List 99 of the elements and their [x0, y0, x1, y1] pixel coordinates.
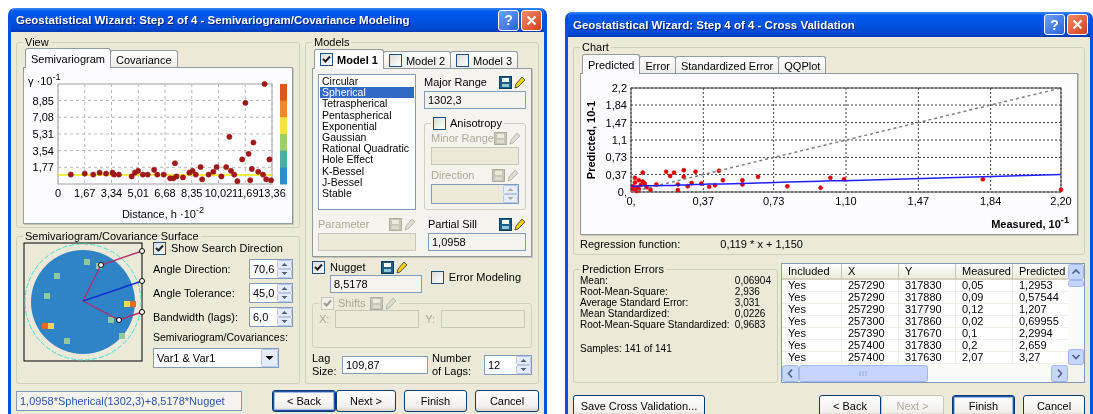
- field-label: Major Range: [424, 75, 487, 89]
- regression-label: Regression function:: [580, 238, 681, 252]
- stat-value: 2,936: [734, 286, 761, 297]
- table-cell: 0,1: [956, 328, 1013, 340]
- y-tick-label: 0,: [617, 186, 627, 198]
- regression-function: 0,119 * x + 1,150: [720, 238, 803, 252]
- table-cell: 317860: [899, 316, 956, 328]
- table-cell: 317630: [899, 352, 956, 364]
- samples-count: Samples: 141 of 141: [580, 342, 673, 355]
- stat-label: Average Standard Error:: [580, 297, 690, 308]
- stat-label: Mean:: [580, 275, 609, 286]
- table-cell: 257290: [842, 304, 899, 316]
- table-cell: 317830: [899, 280, 956, 292]
- x-tick-label: 0,73: [762, 195, 785, 207]
- group-label: View: [24, 36, 50, 48]
- table-cell: 257290: [842, 292, 899, 304]
- table-cell: 257400: [842, 352, 899, 364]
- field-label: Partial Sill: [428, 217, 477, 231]
- y-tick-label: 1,77: [32, 161, 54, 174]
- stat-value: 0,0226: [734, 308, 767, 319]
- x-tick-label: 0,: [626, 195, 636, 207]
- checkbox-label: Anisotropy: [450, 117, 502, 130]
- x-tick-label: 10,02: [204, 187, 233, 199]
- y-axis-label: γ ·10$^{-1}$: [28, 72, 61, 87]
- x-tick-label: 0: [54, 187, 62, 199]
- window-title: Geostatistical Wizard: Step 2 of 4 - Semivariogram/Covariance Modeling: [16, 14, 410, 26]
- table-cell: Yes: [782, 292, 842, 304]
- table-cell: 0,05: [956, 280, 1013, 292]
- field-label: Number of Lags:: [432, 352, 473, 378]
- field-label: Direction: [431, 168, 475, 182]
- group-label: Prediction Errors: [581, 263, 665, 275]
- field-label: Minor Range: [431, 131, 494, 145]
- x-tick-label: 1,67: [74, 187, 96, 199]
- table-cell: Yes: [782, 316, 842, 328]
- table-cell: 257390: [842, 328, 899, 340]
- y-tick-label: 0,73: [605, 151, 627, 164]
- x-tick-label: 8,35: [181, 187, 203, 199]
- group-label: Chart: [581, 41, 610, 53]
- x-tick-label: 1,47: [907, 195, 930, 207]
- table-cell: 257300: [842, 316, 899, 328]
- x-tick-label: 11,69: [231, 187, 259, 199]
- field-label: Bandwidth (lags):: [153, 310, 238, 324]
- table-cell: Yes: [782, 340, 842, 352]
- y-tick-label: 0,37: [605, 168, 627, 181]
- x-tick-label: 2,20: [1050, 195, 1072, 207]
- table-cell: 0,12: [956, 304, 1013, 316]
- y-tick-label: 7,08: [32, 111, 54, 124]
- table-cell: 257290: [842, 280, 899, 292]
- stat-value: 0,9683: [734, 319, 767, 330]
- field-label: Parameter: [318, 217, 370, 231]
- table-cell: 317830: [899, 340, 956, 352]
- x-axis-label: Distance, h ·10$^{-2}$: [121, 204, 205, 221]
- window-title: Geostatistical Wizard: Step 4 of 4 - Cross Validation: [573, 18, 855, 31]
- field-label: Angle Tolerance:: [153, 286, 235, 300]
- y-axis-label: Predicted, 10-1: [585, 100, 597, 180]
- table-cell: 317670: [899, 328, 956, 340]
- table-cell: Yes: [782, 304, 842, 316]
- y-tick-label: 8,85: [32, 94, 54, 107]
- x-tick-label: 6,68: [154, 187, 176, 199]
- table-cell: 257400: [842, 340, 899, 352]
- table-cell: Yes: [782, 352, 842, 364]
- table-cell: 317880: [899, 292, 956, 304]
- field-label: Semivariogram/Covariances:: [153, 331, 289, 344]
- y-tick-label: 1,84: [605, 99, 627, 111]
- y-tick-label: 3,54: [32, 144, 54, 157]
- stat-label: Root-Mean-Square:: [580, 286, 669, 297]
- table-cell: 317790: [899, 304, 956, 316]
- checkbox-label: Error Modeling: [448, 270, 521, 284]
- stat-value: 0,06904: [734, 275, 771, 286]
- field-label: Y:: [425, 312, 436, 326]
- y-tick-label: 5,31: [32, 127, 54, 140]
- x-tick-label: 13,36: [258, 187, 286, 199]
- checkbox-label: Nugget: [330, 261, 366, 274]
- group-label: Models: [313, 36, 351, 48]
- stat-label: Mean Standardized:: [580, 308, 671, 319]
- field-label: Angle Direction:: [153, 262, 231, 276]
- stat-value: 3,031: [734, 297, 761, 308]
- checkbox-label: Show Search Direction: [171, 242, 283, 255]
- x-tick-label: 1,84: [979, 195, 1002, 207]
- formula-field: 1,0958*Spherical(1302,3)+8,5178*Nugget: [16, 391, 242, 411]
- group-label: Semivariogram/Covariance Surface: [24, 230, 200, 242]
- field-label: X:: [319, 312, 330, 326]
- table-cell: 2,07: [956, 352, 1013, 364]
- table-cell: Yes: [782, 280, 842, 292]
- field-label: Lag Size:: [312, 352, 338, 378]
- x-tick-label: 0,37: [692, 195, 715, 207]
- x-tick-label: 1,10: [835, 195, 857, 207]
- table-cell: 0,09: [956, 292, 1013, 304]
- table-cell: 0,2: [956, 340, 1013, 352]
- x-tick-label: 5,01: [127, 187, 149, 199]
- x-axis-label: Measured, 10$^{-1}$: [991, 214, 1069, 231]
- table-cell: 0,02: [956, 316, 1013, 328]
- stat-label: Root-Mean-Square Standardized:: [580, 319, 730, 330]
- x-tick-label: 3,34: [100, 187, 123, 199]
- y-tick-label: 2,2: [611, 82, 627, 94]
- table-cell: Yes: [782, 328, 842, 340]
- y-tick-label: 1,1: [611, 134, 627, 146]
- checkbox-label: Shifts: [338, 297, 366, 310]
- y-tick-label: 1,47: [605, 116, 627, 129]
